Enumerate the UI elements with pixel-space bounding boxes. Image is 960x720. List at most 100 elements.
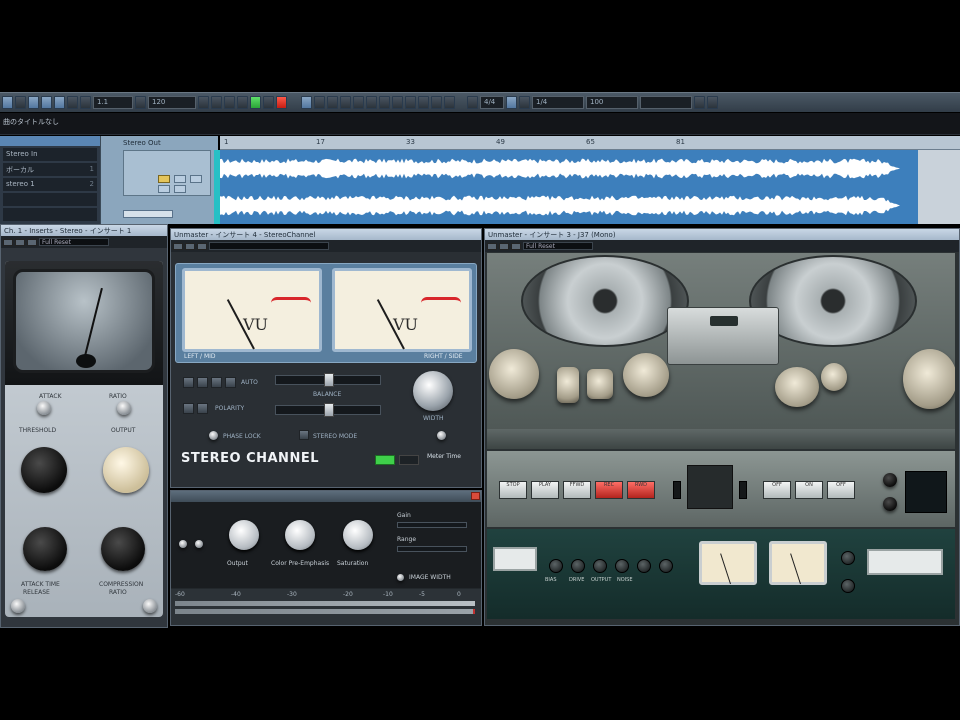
width-knob[interactable] (413, 371, 453, 411)
split-tool-button[interactable] (327, 96, 338, 109)
monitor-button[interactable] (158, 175, 170, 183)
close-icon[interactable] (471, 492, 480, 500)
zoom-tool-button[interactable] (366, 96, 377, 109)
cycle-button[interactable] (224, 96, 235, 109)
bias-knob[interactable] (549, 559, 563, 573)
channel-button[interactable] (183, 377, 194, 388)
stop-button[interactable] (237, 96, 248, 109)
toolbar-button[interactable] (41, 96, 52, 109)
read-button[interactable] (174, 175, 186, 183)
repro-off-button[interactable]: OFF (827, 481, 855, 499)
read-icon[interactable] (15, 238, 25, 246)
read-icon[interactable] (185, 242, 195, 250)
bypass-icon[interactable] (3, 238, 13, 246)
drive-switch[interactable] (195, 540, 203, 548)
line-tool-button[interactable] (405, 96, 416, 109)
channel-button[interactable] (211, 377, 222, 388)
write-icon[interactable] (511, 242, 521, 250)
erase-tool-button[interactable] (353, 96, 364, 109)
meter-mode-button[interactable] (437, 431, 446, 440)
tempo-field[interactable]: 120 (148, 96, 196, 109)
glue-tool-button[interactable] (340, 96, 351, 109)
attack-time-knob[interactable] (23, 527, 67, 571)
write-icon[interactable] (27, 238, 37, 246)
play-tool-button[interactable] (418, 96, 429, 109)
output-knob[interactable] (593, 559, 607, 573)
bypass-icon[interactable] (487, 242, 497, 250)
rewind-button[interactable]: RWD (627, 481, 655, 499)
phase-lock-button[interactable] (209, 431, 218, 440)
compression-ratio-knob[interactable] (101, 527, 145, 571)
wow-knob[interactable] (883, 473, 897, 487)
mute-tool-button[interactable] (379, 96, 390, 109)
level-knob[interactable] (841, 579, 855, 593)
play-button[interactable]: PLAY (531, 481, 559, 499)
rewind-button[interactable] (198, 96, 209, 109)
audio-event-right[interactable] (220, 187, 918, 224)
toolbar-button[interactable] (28, 96, 39, 109)
gain-slider[interactable] (397, 522, 467, 528)
quantize-field[interactable] (640, 96, 692, 109)
toolbar-button[interactable] (467, 96, 478, 109)
polarity-right-button[interactable] (197, 403, 208, 414)
toolbar-button[interactable] (67, 96, 78, 109)
play-button[interactable] (250, 96, 261, 109)
toolbar-button[interactable] (444, 96, 455, 109)
record-button[interactable] (276, 96, 287, 109)
volume-slider[interactable] (123, 210, 173, 218)
eq-knob[interactable] (659, 559, 673, 573)
track-select-panel[interactable] (905, 471, 947, 513)
toolbar-button[interactable] (694, 96, 705, 109)
image-width-toggle[interactable] (397, 574, 404, 581)
channel-button[interactable] (225, 377, 236, 388)
output-knob[interactable] (103, 447, 149, 493)
snap-button[interactable] (506, 96, 517, 109)
snap-type-field[interactable]: 1/4 (532, 96, 584, 109)
bypass-icon[interactable] (173, 242, 183, 250)
ratio-switch[interactable] (117, 401, 131, 415)
track-row[interactable]: stereo 12 (3, 178, 97, 191)
ffwd-button[interactable]: FFWD (563, 481, 591, 499)
threshold-knob[interactable] (21, 447, 67, 493)
channel-button[interactable] (197, 377, 208, 388)
toolbar-button[interactable] (135, 96, 146, 109)
write-button[interactable] (190, 175, 202, 183)
stop-button[interactable]: STOP (499, 481, 527, 499)
mute-button[interactable] (158, 185, 170, 193)
range-tool-button[interactable] (314, 96, 325, 109)
toolbar-button[interactable] (707, 96, 718, 109)
object-tool-button[interactable] (301, 96, 312, 109)
noise-knob[interactable] (615, 559, 629, 573)
monitor-knob[interactable] (841, 551, 855, 565)
preset-select[interactable]: Full Reset (523, 242, 593, 250)
range-slider[interactable] (397, 546, 467, 552)
link-switch[interactable] (143, 599, 157, 613)
hiss-knob[interactable] (637, 559, 651, 573)
preset-select[interactable] (209, 242, 329, 250)
record-button[interactable]: REC (595, 481, 623, 499)
balance-fader[interactable] (275, 403, 381, 417)
stop-mode-button[interactable] (15, 96, 26, 109)
sync-off-button[interactable]: OFF (763, 481, 791, 499)
write-icon[interactable] (197, 242, 207, 250)
stereo-mode-button[interactable] (299, 430, 309, 440)
color-knob[interactable] (285, 520, 315, 550)
sync-on-button[interactable]: ON (795, 481, 823, 499)
toolbar-button[interactable] (54, 96, 65, 109)
drive-knob[interactable] (571, 559, 585, 573)
position-field[interactable]: 1.1 (93, 96, 133, 109)
track-row[interactable]: ボーカル 1 (3, 163, 97, 176)
track-row[interactable]: Stereo In (3, 148, 97, 161)
preset-select[interactable]: Full Reset (39, 238, 109, 246)
solo-button[interactable] (174, 185, 186, 193)
track-row[interactable] (3, 193, 97, 206)
polarity-left-button[interactable] (183, 403, 194, 414)
read-icon[interactable] (499, 242, 509, 250)
forward-button[interactable] (211, 96, 222, 109)
pan-fader[interactable] (275, 373, 381, 387)
audio-event-left[interactable] (220, 150, 918, 187)
toolbar-button[interactable] (263, 96, 274, 109)
zoom-field[interactable]: 100 (586, 96, 638, 109)
timeline-ruler[interactable]: 1 17 33 49 65 81 (220, 136, 960, 150)
power-switch[interactable] (11, 599, 25, 613)
